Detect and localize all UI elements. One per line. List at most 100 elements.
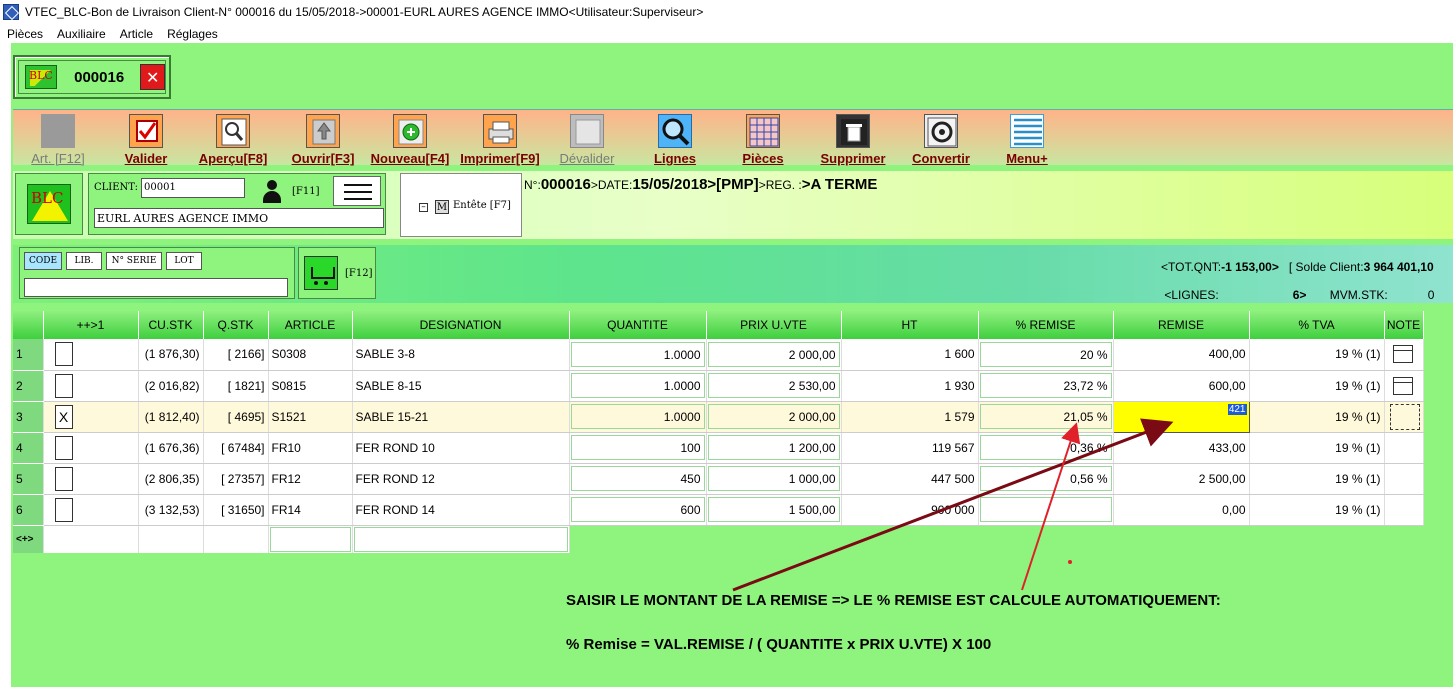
- footer-designation-input[interactable]: [352, 525, 570, 553]
- pct-remise-cell[interactable]: 0,56 %: [978, 463, 1114, 495]
- table-row-selected[interactable]: 3 X (1 812,40) [ 4695] S1521 SABLE 15-21…: [13, 400, 1424, 433]
- designation-cell[interactable]: FER ROND 10: [352, 432, 570, 464]
- prix-field[interactable]: 1 200,00: [707, 435, 840, 460]
- document-tab[interactable]: BLC 000016 ✕: [13, 55, 171, 99]
- col-pct-remise[interactable]: % REMISE: [978, 311, 1114, 339]
- tva-cell[interactable]: 19 % (1): [1249, 432, 1385, 464]
- col-designation[interactable]: DESIGNATION: [352, 311, 570, 339]
- col-prix[interactable]: PRIX U.VTE: [706, 311, 842, 339]
- valider-button[interactable]: Valider: [109, 114, 183, 166]
- row-checkbox[interactable]: [54, 466, 73, 491]
- article-cell[interactable]: FR12: [268, 463, 353, 495]
- note-cell[interactable]: [1384, 463, 1424, 495]
- quantite-field[interactable]: 100: [570, 435, 705, 460]
- client-menu-button[interactable]: [333, 176, 381, 206]
- pct-remise-field[interactable]: 0,56 %: [979, 466, 1112, 491]
- tva-cell[interactable]: 19 % (1): [1249, 401, 1385, 433]
- footer-article-input[interactable]: [268, 525, 353, 553]
- note-icon[interactable]: [1392, 345, 1413, 364]
- prix-field[interactable]: 2 000,00: [707, 341, 840, 367]
- collapse-icon[interactable]: –: [419, 203, 428, 212]
- row-checkbox[interactable]: X: [54, 404, 73, 429]
- note-cell[interactable]: [1384, 370, 1424, 402]
- entete-panel[interactable]: – M Entête [F7]: [400, 173, 522, 237]
- pct-remise-field[interactable]: [979, 497, 1112, 522]
- article-cell[interactable]: FR10: [268, 432, 353, 464]
- prix-field[interactable]: 2 530,00: [707, 373, 840, 398]
- quantite-cell[interactable]: 1.0000: [569, 339, 707, 371]
- designation-cell[interactable]: SABLE 15-21: [352, 401, 570, 433]
- pct-remise-cell[interactable]: 0,36 %: [978, 432, 1114, 464]
- row-checkbox[interactable]: [54, 497, 73, 522]
- prix-cell[interactable]: 2 000,00: [706, 401, 842, 433]
- remise-cell[interactable]: 600,00: [1113, 370, 1250, 402]
- menu-plus-button[interactable]: Menu+: [991, 114, 1063, 166]
- col-quantite[interactable]: QUANTITE: [569, 311, 707, 339]
- table-row[interactable]: 4 (1 676,36) [ 67484] FR10 FER ROND 10 1…: [13, 432, 1424, 464]
- table-row[interactable]: 2 (2 016,82) [ 1821] S0815 SABLE 8-15 1.…: [13, 370, 1424, 402]
- col-tva[interactable]: % TVA: [1249, 311, 1385, 339]
- quantite-field[interactable]: 450: [570, 466, 705, 491]
- row-checkbox[interactable]: [54, 373, 73, 398]
- note-cell[interactable]: [1384, 494, 1424, 526]
- quantite-cell[interactable]: 1.0000: [569, 370, 707, 402]
- prix-cell[interactable]: 2 530,00: [706, 370, 842, 402]
- quantite-cell[interactable]: 1.0000: [569, 401, 707, 433]
- close-document-button[interactable]: ✕: [140, 64, 166, 90]
- prix-cell[interactable]: 2 000,00: [706, 339, 842, 371]
- article-cell[interactable]: S1521: [268, 401, 353, 433]
- note-cell[interactable]: [1384, 339, 1424, 371]
- note-focus-box[interactable]: [1389, 403, 1420, 430]
- table-row[interactable]: 1 (1 876,30) [ 2166] S0308 SABLE 3-8 1.0…: [13, 339, 1424, 371]
- quantite-cell[interactable]: 100: [569, 432, 707, 464]
- pct-remise-cell[interactable]: 20 %: [978, 339, 1114, 371]
- col-remise[interactable]: REMISE: [1113, 311, 1250, 339]
- pieces-button[interactable]: Pièces: [727, 114, 799, 166]
- search-tab-code[interactable]: CODE: [24, 252, 62, 270]
- article-cell[interactable]: FR14: [268, 494, 353, 526]
- designation-cell[interactable]: FER ROND 14: [352, 494, 570, 526]
- tva-cell[interactable]: 19 % (1): [1249, 339, 1385, 371]
- convertir-button[interactable]: Convertir: [903, 114, 979, 166]
- pct-remise-field[interactable]: 23,72 %: [979, 373, 1112, 398]
- lignes-button[interactable]: Lignes: [639, 114, 711, 166]
- remise-input-active[interactable]: 421: [1112, 400, 1250, 433]
- col-cu-stk[interactable]: CU.STK: [138, 311, 204, 339]
- menu-article[interactable]: Article: [113, 27, 160, 41]
- art-f12-button[interactable]: Art. [F12]: [21, 114, 95, 166]
- add-row-button[interactable]: <+>: [13, 525, 44, 553]
- supprimer-button[interactable]: Supprimer: [813, 114, 893, 166]
- row-checkbox[interactable]: [54, 435, 73, 460]
- prix-cell[interactable]: 1 200,00: [706, 432, 842, 464]
- col-q-stk[interactable]: Q.STK: [203, 311, 269, 339]
- note-icon[interactable]: [1392, 376, 1413, 395]
- article-cell[interactable]: S0308: [268, 339, 353, 371]
- add-to-cart-button[interactable]: [F12]: [298, 247, 376, 299]
- table-row[interactable]: 5 (2 806,35) [ 27357] FR12 FER ROND 12 4…: [13, 463, 1424, 495]
- search-tab-lib[interactable]: LIB.: [66, 252, 102, 270]
- menu-auxiliaire[interactable]: Auxiliaire: [50, 27, 113, 41]
- ouvrir-f3-button[interactable]: Ouvrir[F3]: [283, 114, 363, 166]
- quantite-cell[interactable]: 600: [569, 494, 707, 526]
- apercu-f8-button[interactable]: Aperçu[F8]: [191, 114, 275, 166]
- quantite-field[interactable]: 1.0000: [570, 404, 705, 429]
- designation-cell[interactable]: SABLE 3-8: [352, 339, 570, 371]
- person-icon[interactable]: [260, 180, 284, 204]
- devalider-button[interactable]: Dévalider: [551, 114, 623, 166]
- search-tab-lot[interactable]: LOT: [166, 252, 202, 270]
- remise-cell[interactable]: 433,00: [1113, 432, 1250, 464]
- tva-cell[interactable]: 19 % (1): [1249, 463, 1385, 495]
- prix-field[interactable]: 1 000,00: [707, 466, 840, 491]
- pct-remise-cell[interactable]: [978, 494, 1114, 526]
- remise-cell[interactable]: 400,00: [1113, 339, 1250, 371]
- tva-cell[interactable]: 19 % (1): [1249, 494, 1385, 526]
- pct-remise-field[interactable]: 0,36 %: [979, 435, 1112, 460]
- col-select[interactable]: ++>1: [43, 311, 139, 339]
- designation-cell[interactable]: SABLE 8-15: [352, 370, 570, 402]
- search-input[interactable]: [24, 278, 288, 297]
- menu-reglages[interactable]: Réglages: [160, 27, 225, 41]
- prix-cell[interactable]: 1 500,00: [706, 494, 842, 526]
- article-cell[interactable]: S0815: [268, 370, 353, 402]
- search-tab-serie[interactable]: N° SERIE: [106, 252, 162, 270]
- col-note[interactable]: NOTE: [1384, 311, 1424, 339]
